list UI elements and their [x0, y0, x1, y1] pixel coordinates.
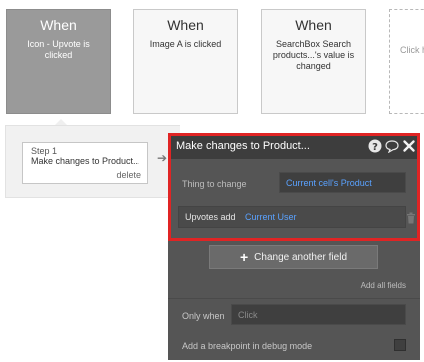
upvotes-field-label: Upvotes add — [185, 212, 236, 222]
panel-header: Make changes to Product... ? — [168, 133, 420, 159]
close-icon[interactable] — [402, 139, 416, 153]
step-title: Make changes to Product... — [31, 156, 139, 166]
thing-to-change-field[interactable]: Current cell's Product — [279, 172, 406, 193]
comment-icon[interactable] — [385, 139, 399, 153]
upvotes-field-value[interactable]: Current User — [245, 212, 297, 222]
event-card-image-a[interactable]: When Image A is clicked — [133, 9, 238, 114]
panel-title: Make changes to Product... — [176, 140, 310, 152]
step-delete-link[interactable]: delete — [116, 170, 141, 180]
change-another-field-label: Change another field — [254, 251, 348, 263]
change-another-field-button[interactable]: + Change another field — [209, 245, 378, 269]
only-when-label: Only when — [182, 311, 225, 321]
thing-to-change-label: Thing to change — [182, 179, 247, 189]
help-icon[interactable]: ? — [368, 139, 382, 153]
svg-text:?: ? — [372, 142, 378, 153]
add-event-hint: Click h — [400, 45, 424, 55]
event-description: Image A is clicked — [149, 39, 222, 49]
only-when-input[interactable]: Click — [231, 304, 406, 325]
add-all-fields-link[interactable]: Add all fields — [361, 281, 406, 290]
step-number: Step 1 — [31, 146, 58, 156]
event-card-searchbox[interactable]: When SearchBox Search products...'s valu… — [261, 9, 366, 114]
event-card-upvote[interactable]: When Icon - Upvote is clicked — [6, 9, 111, 114]
breakpoint-checkbox[interactable] — [394, 339, 406, 351]
event-description: SearchBox Search products...'s value is … — [272, 39, 355, 71]
plus-icon: + — [239, 249, 249, 265]
only-when-placeholder: Click — [238, 310, 258, 320]
event-description: Icon - Upvote is clicked — [27, 39, 90, 60]
event-when-label: When — [167, 17, 204, 33]
event-when-label: When — [295, 17, 332, 33]
arrow-right-icon: ➔ — [157, 151, 168, 165]
trash-icon[interactable] — [406, 212, 416, 224]
divider — [168, 298, 420, 299]
breakpoint-label: Add a breakpoint in debug mode — [182, 341, 313, 351]
step-card-1[interactable]: Step 1 Make changes to Product... delete — [22, 142, 148, 184]
thing-to-change-value: Current cell's Product — [286, 178, 372, 188]
event-card-add-new[interactable]: Click h — [389, 9, 424, 114]
upvotes-field-row[interactable]: Upvotes add Current User — [178, 206, 406, 228]
property-editor-panel: Make changes to Product... ? Thing to ch… — [168, 133, 420, 360]
event-when-label: When — [40, 17, 77, 33]
